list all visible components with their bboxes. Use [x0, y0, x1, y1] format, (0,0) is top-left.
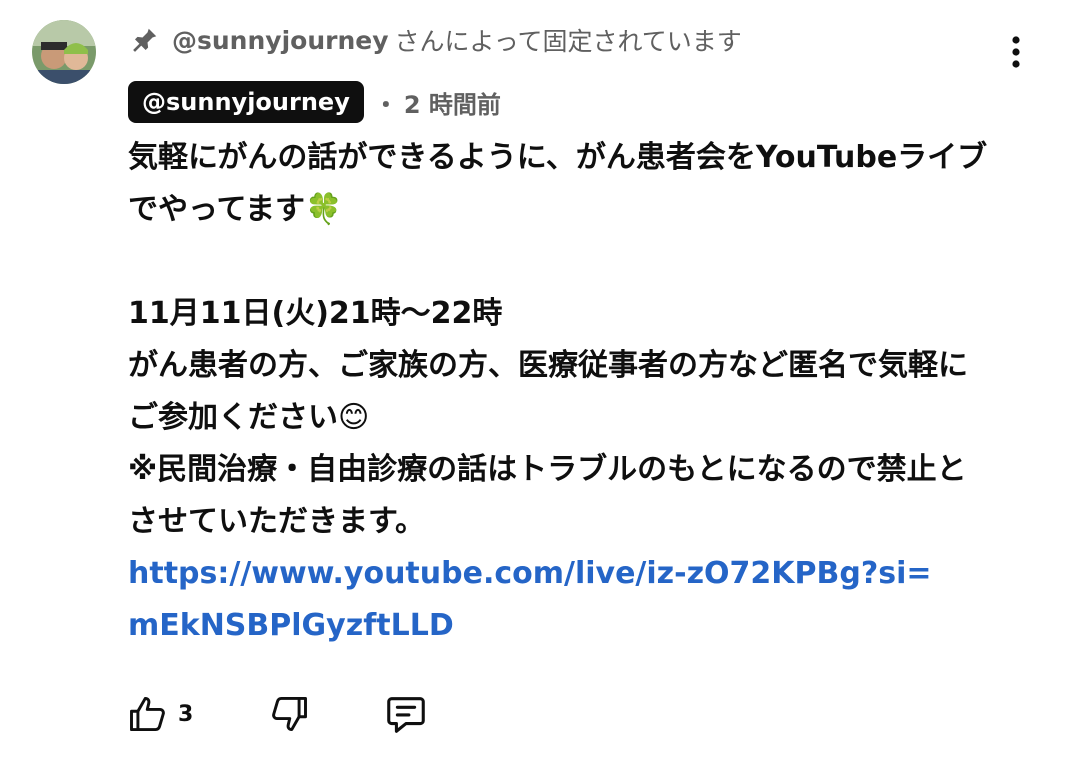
- youtube-live-link-continued[interactable]: mEkNSBPlGyzftLLD: [128, 608, 454, 643]
- reply-button[interactable]: [383, 690, 429, 738]
- body-line: でやってます: [128, 192, 305, 227]
- youtube-link-line: mEkNSBPlGyzftLLD: [128, 600, 1028, 652]
- body-line: ※民間治療・自由診療の話はトラブルのもとになるので禁止と: [128, 452, 967, 487]
- comment-actions: 3: [126, 690, 429, 738]
- body-line: ご参加ください: [128, 400, 338, 435]
- body-line-with-emoji: でやってます🍀: [128, 184, 1028, 236]
- more-options-button[interactable]: [996, 30, 1036, 74]
- body-line-with-emoji: ご参加ください😊: [128, 392, 1028, 444]
- event-date-line: 11月11日(火)21時〜22時: [128, 296, 503, 331]
- pinned-by-handle[interactable]: @sunnyjourney: [172, 26, 389, 55]
- youtube-live-link[interactable]: https://www.youtube.com/live/iz-zO72KPBg…: [128, 556, 932, 591]
- thumbs-down-icon: [272, 696, 308, 732]
- dislike-button[interactable]: [267, 690, 311, 738]
- pinned-indicator: @sunnyjourney さんによって固定されています: [130, 22, 742, 58]
- body-line: させていただきます。: [128, 504, 425, 539]
- comment-header: @sunnyjourney ・ 2 時間前: [128, 80, 501, 124]
- comment-timestamp[interactable]: 2 時間前: [404, 85, 501, 120]
- body-line: 気軽にがんの話ができるように、がん患者会をYouTubeライブ: [128, 140, 988, 175]
- author-handle-chip[interactable]: @sunnyjourney: [128, 81, 364, 123]
- body-line: がん患者の方、ご家族の方、医療従事者の方など匿名で気軽に: [128, 348, 968, 383]
- pin-icon: [130, 25, 160, 55]
- reply-icon: [387, 697, 426, 733]
- pinned-label: さんによって固定されています: [394, 27, 742, 56]
- like-count: 3: [178, 701, 194, 727]
- thumbs-up-icon: [130, 696, 165, 732]
- smile-emoji: 😊: [338, 400, 370, 435]
- youtube-link-line: https://www.youtube.com/live/iz-zO72KPBg…: [128, 548, 1028, 600]
- more-vertical-icon: [1012, 36, 1020, 68]
- pinned-comment: @sunnyjourney さんによって固定されています @sunnyjourn…: [0, 0, 1080, 757]
- avatar-image: [32, 20, 96, 84]
- like-button[interactable]: 3: [126, 690, 193, 738]
- comment-body: 気軽にがんの話ができるように、がん患者会をYouTubeライブ でやってます🍀 …: [128, 132, 1028, 652]
- clover-emoji: 🍀: [305, 192, 343, 227]
- avatar[interactable]: [32, 20, 96, 84]
- time-separator: ・: [373, 90, 398, 119]
